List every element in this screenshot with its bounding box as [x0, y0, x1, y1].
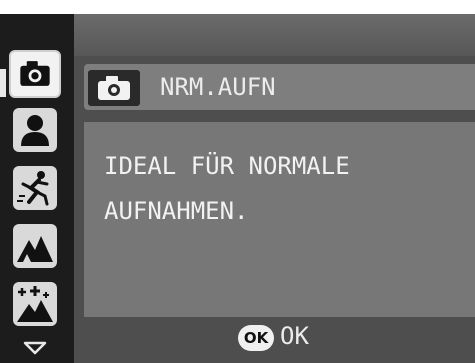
landscape-icon [17, 236, 53, 262]
scene-mode-sidebar [0, 14, 74, 363]
mode-night-landscape[interactable] [13, 282, 57, 326]
camera-icon [98, 76, 130, 100]
portrait-icon [21, 115, 49, 146]
mode-description-panel: IDEAL FÜR NORMALE AUFNAHMEN. [84, 122, 475, 317]
mode-title: NRM.AUFN [160, 73, 276, 101]
mode-title-bar: NRM.AUFN [84, 64, 475, 110]
chevron-down-icon[interactable] [22, 340, 48, 356]
sports-icon [17, 171, 49, 206]
ok-label: OK [280, 322, 309, 350]
mode-normal-camera[interactable] [9, 50, 61, 98]
mode-detail-panel: NRM.AUFN IDEAL FÜR NORMALE AUFNAHMEN. OK… [74, 14, 475, 363]
mode-sports[interactable] [13, 166, 57, 210]
description-line-1: IDEAL FÜR NORMALE [104, 152, 350, 180]
ok-badge: OK [238, 325, 274, 351]
title-icon-box [88, 70, 140, 106]
mode-landscape[interactable] [13, 224, 57, 268]
camera-icon [20, 61, 50, 86]
selection-rail [0, 69, 6, 97]
top-band [74, 14, 475, 56]
description-line-2: AUFNAHMEN. [104, 197, 249, 225]
camera-lcd-screen: NRM.AUFN IDEAL FÜR NORMALE AUFNAHMEN. OK… [0, 14, 475, 363]
night-landscape-icon [17, 286, 53, 322]
mode-portrait[interactable] [13, 108, 57, 152]
